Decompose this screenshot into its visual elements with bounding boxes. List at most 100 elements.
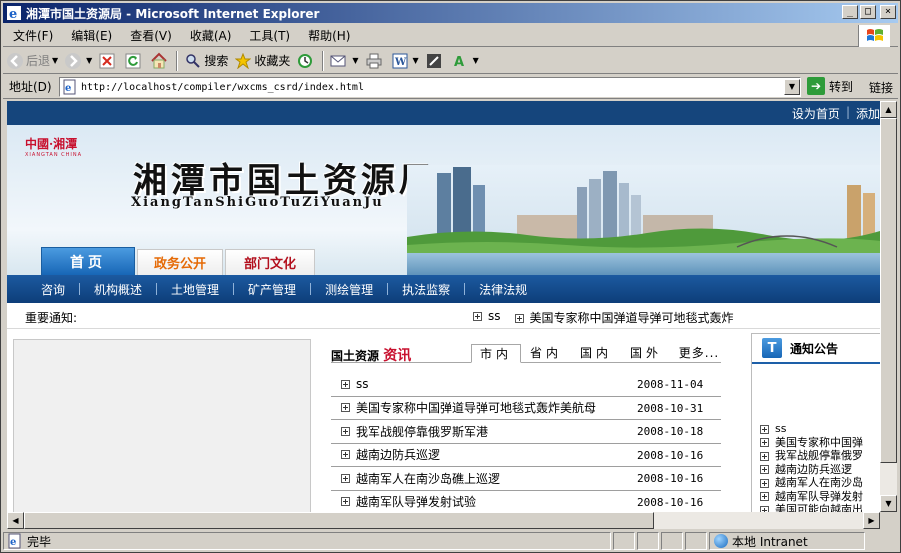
news-heading-accent: 资讯 <box>383 348 412 364</box>
forward-button[interactable]: ▼ <box>61 50 95 72</box>
news-tab-more[interactable]: 更多... <box>671 344 727 363</box>
stop-button[interactable] <box>95 50 121 72</box>
nav-mineral-management[interactable]: 矿产管理 <box>234 281 310 298</box>
home-button[interactable] <box>147 50 173 72</box>
main-nav: 咨询 机构概述 土地管理 矿产管理 测绘管理 执法监察 法律法规 <box>7 275 880 303</box>
news-tab-city[interactable]: 市内 <box>471 344 521 363</box>
messenger-button[interactable]: A ▼ <box>448 50 482 72</box>
links-button[interactable]: 链接 <box>869 79 893 96</box>
maximize-button[interactable]: □ <box>860 5 876 19</box>
nav-law-enforcement[interactable]: 执法监察 <box>388 281 464 298</box>
news-heading: 国土资源 <box>331 349 380 363</box>
edit-button[interactable]: W ▼ <box>388 50 422 72</box>
menu-view[interactable]: 查看(V) <box>120 27 180 44</box>
address-dropdown-button[interactable]: ▼ <box>784 79 800 95</box>
news-tab-foreign[interactable]: 国外 <box>621 344 671 363</box>
svg-text:e: e <box>9 7 17 21</box>
notice-item[interactable]: 越南边防兵巡逻 <box>760 463 863 477</box>
notice-item[interactable]: 越南军人在南沙岛 <box>760 476 863 490</box>
nav-organization[interactable]: 机构概述 <box>80 281 156 298</box>
horizontal-scrollbar[interactable]: ◀ ▶ <box>7 512 880 529</box>
news-tabs: 市内 省内 国内 国外 更多... <box>471 344 727 363</box>
add-favorite-link[interactable]: 添加 <box>856 105 880 122</box>
site-pinyin: XiangTanShiGuoTuZiYuanJu <box>131 195 384 210</box>
star-icon <box>234 52 252 70</box>
news-row[interactable]: 我军战舰停靠俄罗斯军港 2008-10-18 <box>331 420 721 444</box>
menu-edit[interactable]: 编辑(E) <box>61 27 120 44</box>
news-row[interactable]: 越南军队导弹发射试验 2008-10-16 <box>331 491 721 513</box>
chevron-down-icon[interactable]: ▼ <box>52 56 58 65</box>
plus-icon <box>514 314 524 323</box>
menu-file[interactable]: 文件(F) <box>3 27 61 44</box>
notice-item[interactable]: 我军战舰停靠俄罗 <box>760 449 863 463</box>
news-row[interactable]: 美国专家称中国弹道导弹可地毯式轰炸美航母 2008-10-31 <box>331 397 721 420</box>
tab-government-affairs[interactable]: 政务公开 <box>137 249 223 275</box>
home-icon <box>150 52 168 70</box>
tab-department-culture[interactable]: 部门文化 <box>225 249 315 275</box>
scroll-left-button[interactable]: ◀ <box>7 512 24 529</box>
ticker-item[interactable]: 美国专家称中国弹道导弹可地毯式轰炸 <box>514 309 734 326</box>
minimize-button[interactable]: _ <box>842 5 858 19</box>
notice-item[interactable]: 美国可能向越南出 <box>760 503 863 512</box>
history-button[interactable] <box>293 50 319 72</box>
discuss-button[interactable] <box>422 50 448 72</box>
plus-icon <box>760 438 769 447</box>
windows-logo-icon <box>858 25 890 47</box>
address-url: http://localhost/compiler/wxcms_csrd/ind… <box>81 81 364 93</box>
scroll-right-button[interactable]: ▶ <box>863 512 880 529</box>
notice-ticker: ss 美国专家称中国弹道导弹可地毯式轰炸 <box>473 309 734 326</box>
refresh-button[interactable] <box>121 50 147 72</box>
notice-bar: 重要通知: ss 美国专家称中国弹道导弹可地毯式轰炸 <box>7 303 880 329</box>
go-button[interactable]: ➔ 转到 <box>807 77 853 95</box>
ticker-item[interactable]: ss <box>473 309 501 326</box>
notice-item[interactable]: 越南军队导弹发射 <box>760 490 863 504</box>
news-row[interactable]: 越南军人在南沙岛礁上巡逻 2008-10-16 <box>331 467 721 491</box>
status-bar: e 完毕 本地 Intranet <box>3 531 898 551</box>
nav-survey-management[interactable]: 测绘管理 <box>311 281 387 298</box>
mail-button[interactable]: ▼ <box>327 50 361 72</box>
news-tab-domestic[interactable]: 国内 <box>571 344 621 363</box>
scroll-up-button[interactable]: ▲ <box>880 101 897 118</box>
svg-text:e: e <box>10 537 16 548</box>
address-input[interactable]: e http://localhost/compiler/wxcms_csrd/i… <box>59 77 801 97</box>
chevron-down-icon[interactable]: ▼ <box>352 56 358 65</box>
scroll-down-button[interactable]: ▼ <box>880 495 897 512</box>
back-button[interactable]: 后退 ▼ <box>3 50 61 72</box>
notice-box-list: ss 美国专家称中国弹 我军战舰停靠俄罗 越南边防兵巡逻 越南军人在南沙岛 越南… <box>760 422 863 512</box>
news-row[interactable]: 越南边防兵巡逻 2008-10-16 <box>331 444 721 467</box>
page-viewport: 设为首页 | 添加 中國·湘潭 XIANGTAN CHINA 湘潭市国土资源局 … <box>7 101 880 512</box>
status-text: 完毕 <box>27 534 52 549</box>
news-row[interactable]: ss 2008-11-04 <box>331 373 721 397</box>
print-button[interactable] <box>362 50 388 72</box>
plus-icon <box>760 492 769 501</box>
city-skyline-image <box>407 165 880 275</box>
favorites-button[interactable]: 收藏夹 <box>231 50 293 72</box>
notice-item[interactable]: ss <box>760 422 863 436</box>
page-icon: e <box>63 79 76 95</box>
address-label: 地址(D) <box>9 80 52 94</box>
horizontal-scroll-thumb[interactable] <box>24 512 654 529</box>
vertical-scrollbar[interactable]: ▲ ▼ <box>880 101 897 512</box>
tab-home[interactable]: 首页 <box>41 247 135 275</box>
plus-icon <box>341 450 350 460</box>
set-homepage-link[interactable]: 设为首页 <box>792 105 840 122</box>
search-button[interactable]: 搜索 <box>181 50 231 72</box>
site-logo: 中國·湘潭 XIANGTAN CHINA <box>25 137 83 158</box>
nav-laws-regulations[interactable]: 法律法规 <box>465 281 541 298</box>
vertical-scroll-thumb[interactable] <box>880 118 897 463</box>
left-panel <box>13 339 311 512</box>
menu-favorites[interactable]: 收藏(A) <box>180 27 240 44</box>
chevron-down-icon[interactable]: ▼ <box>86 56 92 65</box>
close-button[interactable]: × <box>880 5 896 19</box>
nav-land-management[interactable]: 土地管理 <box>157 281 233 298</box>
news-tab-province[interactable]: 省内 <box>521 344 571 363</box>
news-header: 国土资源 资讯 市内 省内 国内 国外 更多... <box>331 341 721 364</box>
notice-item[interactable]: 美国专家称中国弹 <box>760 436 863 450</box>
back-arrow-icon <box>6 52 24 70</box>
plus-icon <box>760 424 769 434</box>
chevron-down-icon[interactable]: ▼ <box>413 56 419 65</box>
menu-tools[interactable]: 工具(T) <box>239 27 298 44</box>
nav-consult[interactable]: 咨询 <box>27 281 79 298</box>
menu-help[interactable]: 帮助(H) <box>298 27 358 44</box>
chevron-down-icon[interactable]: ▼ <box>473 56 479 65</box>
